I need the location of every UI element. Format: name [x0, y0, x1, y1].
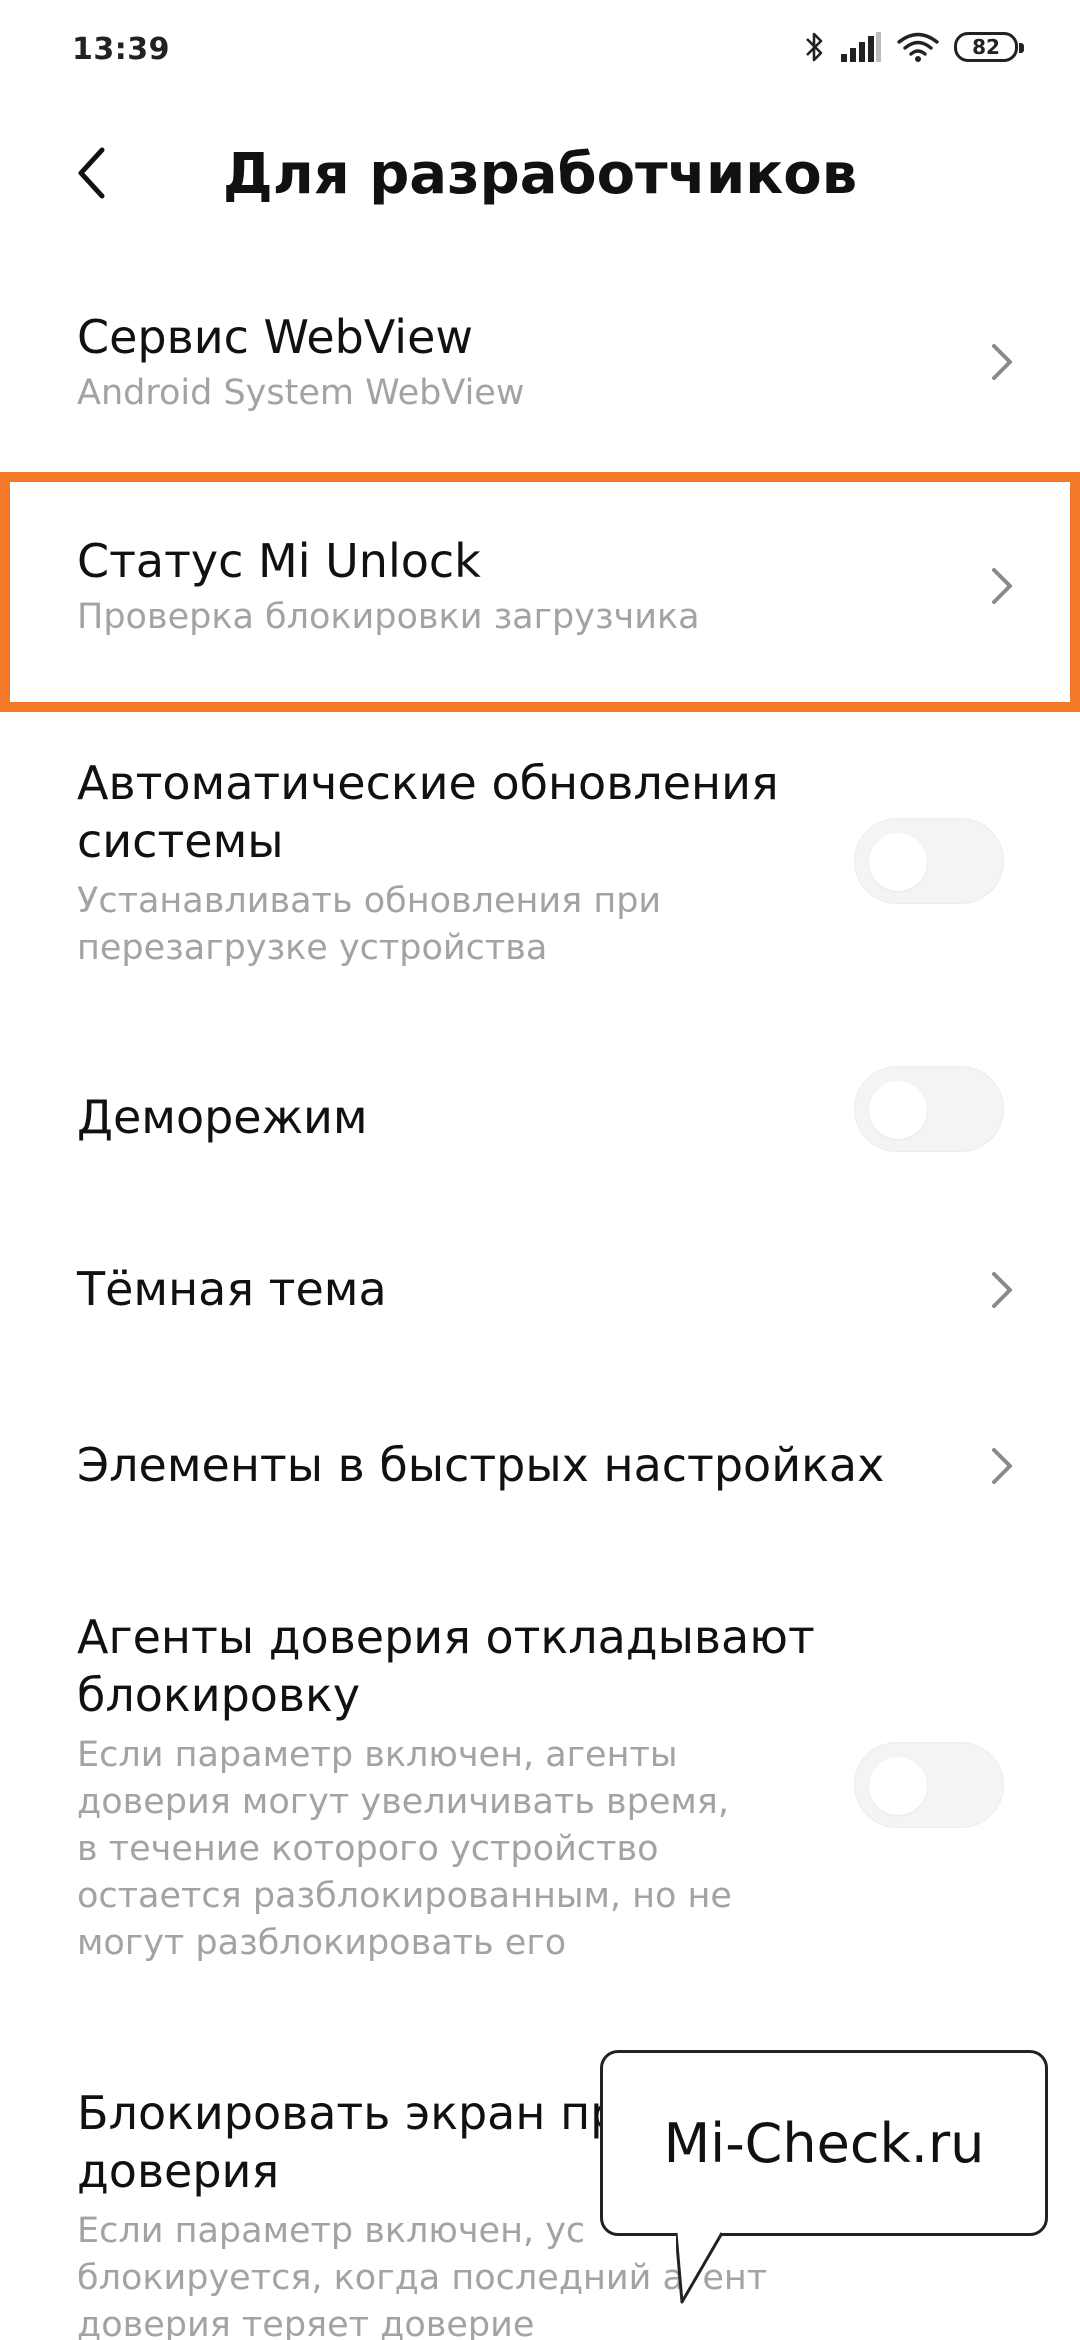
settings-row-trust-agents[interactable]: Агенты доверия откладывают блокировку Ес… [0, 1608, 1080, 1978]
battery-icon: 82 [954, 32, 1024, 62]
row-title-line-2: блокировку [77, 1668, 361, 1722]
row-subtitle-line-3: доверия теряет доверие [77, 2305, 535, 2340]
demo-mode-toggle[interactable] [854, 1066, 1004, 1152]
battery-level: 82 [972, 35, 1000, 59]
status-time: 13:39 [72, 32, 170, 67]
row-title-line-2: доверия [77, 2144, 280, 2198]
chevron-right-icon [984, 562, 1020, 610]
settings-row-auto-updates[interactable]: Автоматические обновления системы Устана… [0, 754, 1080, 984]
chevron-right-icon [984, 338, 1020, 386]
row-subtitle: Проверка блокировки загрузчика [77, 597, 700, 637]
wifi-icon [896, 31, 940, 63]
row-title-line-1: Блокировать экран пр [77, 2086, 620, 2140]
row-title: Элементы в быстрых настройках [77, 1438, 885, 1492]
row-subtitle-line-2: доверия могут увеличивать время, [77, 1782, 729, 1822]
row-subtitle-line-2: перезагрузке устройства [77, 928, 548, 968]
settings-row-webview[interactable]: Сервис WebView Android System WebView [0, 300, 1080, 430]
row-title: Деморежим [77, 1090, 368, 1144]
chevron-right-icon [984, 1266, 1020, 1314]
row-title-line-1: Агенты доверия откладывают [77, 1610, 815, 1664]
watermark-bubble: Mi-Check.ru [600, 2050, 1048, 2236]
toggle-knob [869, 833, 927, 891]
signal-icon [840, 32, 882, 62]
row-subtitle-line-1: Если параметр включен, ус [77, 2211, 586, 2251]
settings-row-mi-unlock[interactable]: Статус Mi Unlock Проверка блокировки заг… [0, 524, 1080, 654]
toggle-knob [869, 1757, 927, 1815]
auto-updates-toggle[interactable] [854, 818, 1004, 904]
header: Для разработчиков [0, 120, 1080, 230]
row-title: Статус Mi Unlock [77, 534, 481, 588]
trust-agents-toggle[interactable] [854, 1742, 1004, 1828]
watermark-text: Mi-Check.ru [663, 2111, 985, 2175]
row-subtitle-line-4: остается разблокированным, но не [77, 1876, 732, 1916]
row-subtitle-line-1: Устанавливать обновления при [77, 881, 662, 921]
page-title: Для разработчиков [222, 142, 858, 207]
row-title: Сервис WebView [77, 310, 473, 364]
toggle-knob [869, 1081, 927, 1139]
row-title: Тёмная тема [77, 1262, 387, 1316]
row-subtitle: Android System WebView [77, 373, 525, 413]
watermark-bubble-tail [676, 2232, 724, 2304]
settings-row-quick-settings[interactable]: Элементы в быстрых настройках [0, 1416, 1080, 1516]
settings-row-demo-mode[interactable]: Деморежим [0, 1066, 1080, 1168]
row-title-line-2: системы [77, 814, 284, 868]
row-title-line-1: Автоматические обновления [77, 756, 779, 810]
status-icons: 82 [804, 30, 1024, 64]
row-subtitle-line-5: могут разблокировать его [77, 1923, 567, 1963]
screen: 13:39 82 Для разработчиков Сервис WebVie… [0, 0, 1080, 2340]
row-subtitle-line-1: Если параметр включен, агенты [77, 1735, 678, 1775]
settings-row-dark-theme[interactable]: Тёмная тема [0, 1240, 1080, 1340]
bluetooth-icon [804, 30, 826, 64]
chevron-right-icon [984, 1442, 1020, 1490]
row-subtitle-line-2: блокируется, когда последний агент [77, 2258, 768, 2298]
row-subtitle-line-3: в течение которого устройство [77, 1829, 659, 1869]
status-bar: 13:39 82 [0, 0, 1080, 100]
